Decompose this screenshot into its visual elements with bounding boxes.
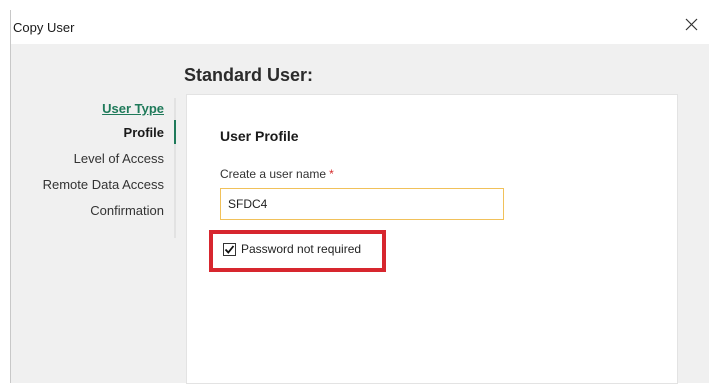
window-title: Copy User (13, 19, 75, 35)
page-heading: Standard User: (184, 65, 314, 85)
nav-step-remote-data-access[interactable]: Remote Data Access (11, 172, 174, 198)
nav-rail (174, 98, 176, 238)
close-button[interactable] (677, 13, 705, 41)
required-marker: * (329, 167, 334, 181)
wizard-steps-nav: User Type Profile Level of Access Remote… (11, 98, 174, 224)
checkbox-checked-icon[interactable] (223, 242, 236, 256)
username-input[interactable] (220, 188, 504, 220)
nav-step-level-of-access[interactable]: Level of Access (11, 146, 174, 172)
user-profile-panel: User Profile Create a user name* Passwor… (186, 94, 678, 384)
nav-step-user-type[interactable]: User Type (11, 98, 174, 120)
password-not-required-label: Password not required (241, 242, 362, 256)
nav-step-confirmation[interactable]: Confirmation (11, 198, 174, 224)
title-bar: Copy User (11, 10, 709, 44)
username-label-text: Create a user name (220, 167, 327, 181)
close-icon (685, 18, 698, 36)
nav-active-indicator (174, 120, 176, 144)
copy-user-dialog: Copy User Standard User: User Type Profi… (10, 10, 709, 384)
password-not-required-checkbox[interactable]: Password not required (223, 242, 361, 256)
nav-step-profile[interactable]: Profile (11, 120, 174, 146)
username-label: Create a user name * (220, 167, 334, 181)
section-title: User Profile (220, 128, 299, 144)
